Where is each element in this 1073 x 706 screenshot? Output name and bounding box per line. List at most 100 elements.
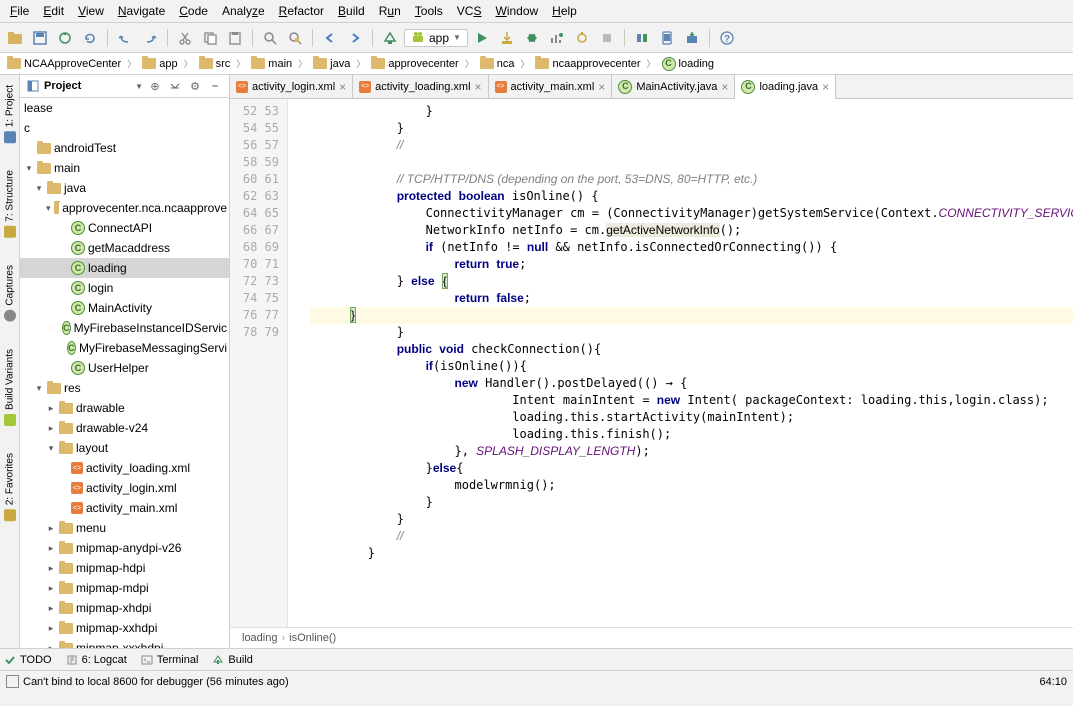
find-button[interactable] [259, 27, 281, 49]
breadcrumb-item[interactable]: java [310, 57, 353, 71]
chevron-down-icon[interactable]: ▼ [135, 82, 143, 91]
sync-button[interactable] [54, 27, 76, 49]
refresh-button[interactable] [79, 27, 101, 49]
undo-button[interactable] [114, 27, 136, 49]
forward-button[interactable] [344, 27, 366, 49]
tree-folder-item[interactable]: ▸ mipmap-xhdpi [20, 598, 229, 618]
tree-file-item[interactable]: activity_loading.xml [20, 458, 229, 478]
editor-tab[interactable]: activity_login.xml× [230, 75, 353, 98]
sdk-manager-button[interactable] [681, 27, 703, 49]
make-button[interactable] [379, 27, 401, 49]
close-icon[interactable]: × [339, 80, 346, 94]
tree-item[interactable]: ▾ main [20, 158, 229, 178]
code-editor[interactable]: } } // // TCP/HTTP/DNS (depending on the… [288, 99, 1073, 627]
tree-class-item[interactable]: C UserHelper [20, 358, 229, 378]
caret-position[interactable]: 64:10 [1039, 676, 1067, 688]
tree-item[interactable]: ▾ approvecenter.nca.ncaapprove [20, 198, 229, 218]
tree-class-item[interactable]: C MyFirebaseMessagingServi [20, 338, 229, 358]
menu-edit[interactable]: Edit [37, 2, 70, 20]
line-gutter[interactable]: 52 53 54 55 56 57 58 59 60 61 62 63 64 6… [230, 99, 288, 627]
tree-item[interactable]: ▾ layout [20, 438, 229, 458]
paste-button[interactable] [224, 27, 246, 49]
tree-class-item[interactable]: C loading [20, 258, 229, 278]
tree-item[interactable]: c [20, 118, 229, 138]
breadcrumb-item[interactable]: NCAApproveCenter [4, 57, 124, 71]
tree-class-item[interactable]: C getMacaddress [20, 238, 229, 258]
copy-button[interactable] [199, 27, 221, 49]
menu-file[interactable]: File [4, 2, 35, 20]
help-button[interactable]: ? [716, 27, 738, 49]
menu-run[interactable]: Run [373, 2, 407, 20]
breadcrumb-item[interactable]: ncaapprovecenter [532, 57, 643, 71]
attach-debugger-button[interactable] [571, 27, 593, 49]
breadcrumb-item[interactable]: nca [477, 57, 518, 71]
menu-view[interactable]: View [72, 2, 110, 20]
tree-item[interactable]: lease [20, 98, 229, 118]
run-button[interactable] [471, 27, 493, 49]
sync-gradle-button[interactable] [631, 27, 653, 49]
profile-button[interactable] [546, 27, 568, 49]
close-icon[interactable]: × [475, 80, 482, 94]
editor-breadcrumb[interactable]: loading›isOnline() [230, 627, 1073, 648]
tree-item[interactable]: ▾ res [20, 378, 229, 398]
tree-folder-item[interactable]: ▸ mipmap-xxhdpi [20, 618, 229, 638]
breadcrumb-item[interactable]: app [139, 57, 180, 71]
tree-folder-item[interactable]: ▸ mipmap-mdpi [20, 578, 229, 598]
editor-tab[interactable]: Cloading.java× [735, 75, 836, 99]
target-icon[interactable]: ⊕ [147, 78, 163, 94]
avd-manager-button[interactable] [656, 27, 678, 49]
tree-class-item[interactable]: C MainActivity [20, 298, 229, 318]
editor-tab[interactable]: CMainActivity.java× [612, 75, 735, 98]
menu-help[interactable]: Help [546, 2, 583, 20]
close-icon[interactable]: × [822, 80, 829, 94]
tree-class-item[interactable]: C MyFirebaseInstanceIDServic [20, 318, 229, 338]
tree-class-item[interactable]: C ConnectAPI [20, 218, 229, 238]
gear-icon[interactable]: ⚙ [187, 78, 203, 94]
breadcrumb-item[interactable]: Cloading [659, 56, 717, 72]
breadcrumb-item[interactable]: main [248, 57, 295, 71]
debug-button[interactable] [521, 27, 543, 49]
menu-window[interactable]: Window [489, 2, 544, 20]
favorites-tool-button[interactable]: 2: Favorites [3, 447, 17, 527]
menu-analyze[interactable]: Analyze [216, 2, 271, 20]
apply-changes-button[interactable] [496, 27, 518, 49]
todo-tool-button[interactable]: TODO [4, 654, 52, 666]
tree-item[interactable]: ▸ menu [20, 518, 229, 538]
run-config-selector[interactable]: app ▼ [404, 29, 468, 47]
build-variants-tool-button[interactable]: Build Variants [3, 343, 17, 432]
back-button[interactable] [319, 27, 341, 49]
editor-tab[interactable]: activity_main.xml× [489, 75, 613, 98]
tree-file-item[interactable]: activity_main.xml [20, 498, 229, 518]
tree-folder-item[interactable]: ▸ drawable [20, 398, 229, 418]
tree-folder-item[interactable]: ▸ mipmap-xxxhdpi [20, 638, 229, 648]
menu-tools[interactable]: Tools [409, 2, 449, 20]
breadcrumb-item[interactable]: src [196, 57, 234, 71]
status-icon[interactable] [6, 675, 19, 688]
close-icon[interactable]: × [721, 80, 728, 94]
collapse-icon[interactable] [167, 78, 183, 94]
structure-tool-button[interactable]: 7: Structure [3, 164, 17, 244]
menu-vcs[interactable]: VCS [451, 2, 488, 20]
menu-build[interactable]: Build [332, 2, 371, 20]
breadcrumb-item[interactable]: approvecenter [368, 57, 461, 71]
stop-button[interactable] [596, 27, 618, 49]
tree-folder-item[interactable]: ▸ mipmap-hdpi [20, 558, 229, 578]
project-tool-button[interactable]: 1: Project [3, 79, 17, 149]
build-tool-button[interactable]: Build [212, 654, 252, 666]
menu-refactor[interactable]: Refactor [273, 2, 330, 20]
replace-button[interactable] [284, 27, 306, 49]
project-tree[interactable]: lease c androidTest ▾ main ▾ java ▾ appr… [20, 98, 229, 648]
tree-folder-item[interactable]: ▸ mipmap-anydpi-v26 [20, 538, 229, 558]
close-icon[interactable]: × [598, 80, 605, 94]
tree-item[interactable]: androidTest [20, 138, 229, 158]
menu-navigate[interactable]: Navigate [112, 2, 171, 20]
open-file-button[interactable] [4, 27, 26, 49]
cut-button[interactable] [174, 27, 196, 49]
menu-code[interactable]: Code [173, 2, 214, 20]
hide-icon[interactable]: – [207, 78, 223, 94]
editor-tab[interactable]: activity_loading.xml× [353, 75, 488, 98]
tree-file-item[interactable]: activity_login.xml [20, 478, 229, 498]
captures-tool-button[interactable]: Captures [3, 259, 17, 328]
terminal-tool-button[interactable]: Terminal [141, 654, 199, 666]
tree-class-item[interactable]: C login [20, 278, 229, 298]
